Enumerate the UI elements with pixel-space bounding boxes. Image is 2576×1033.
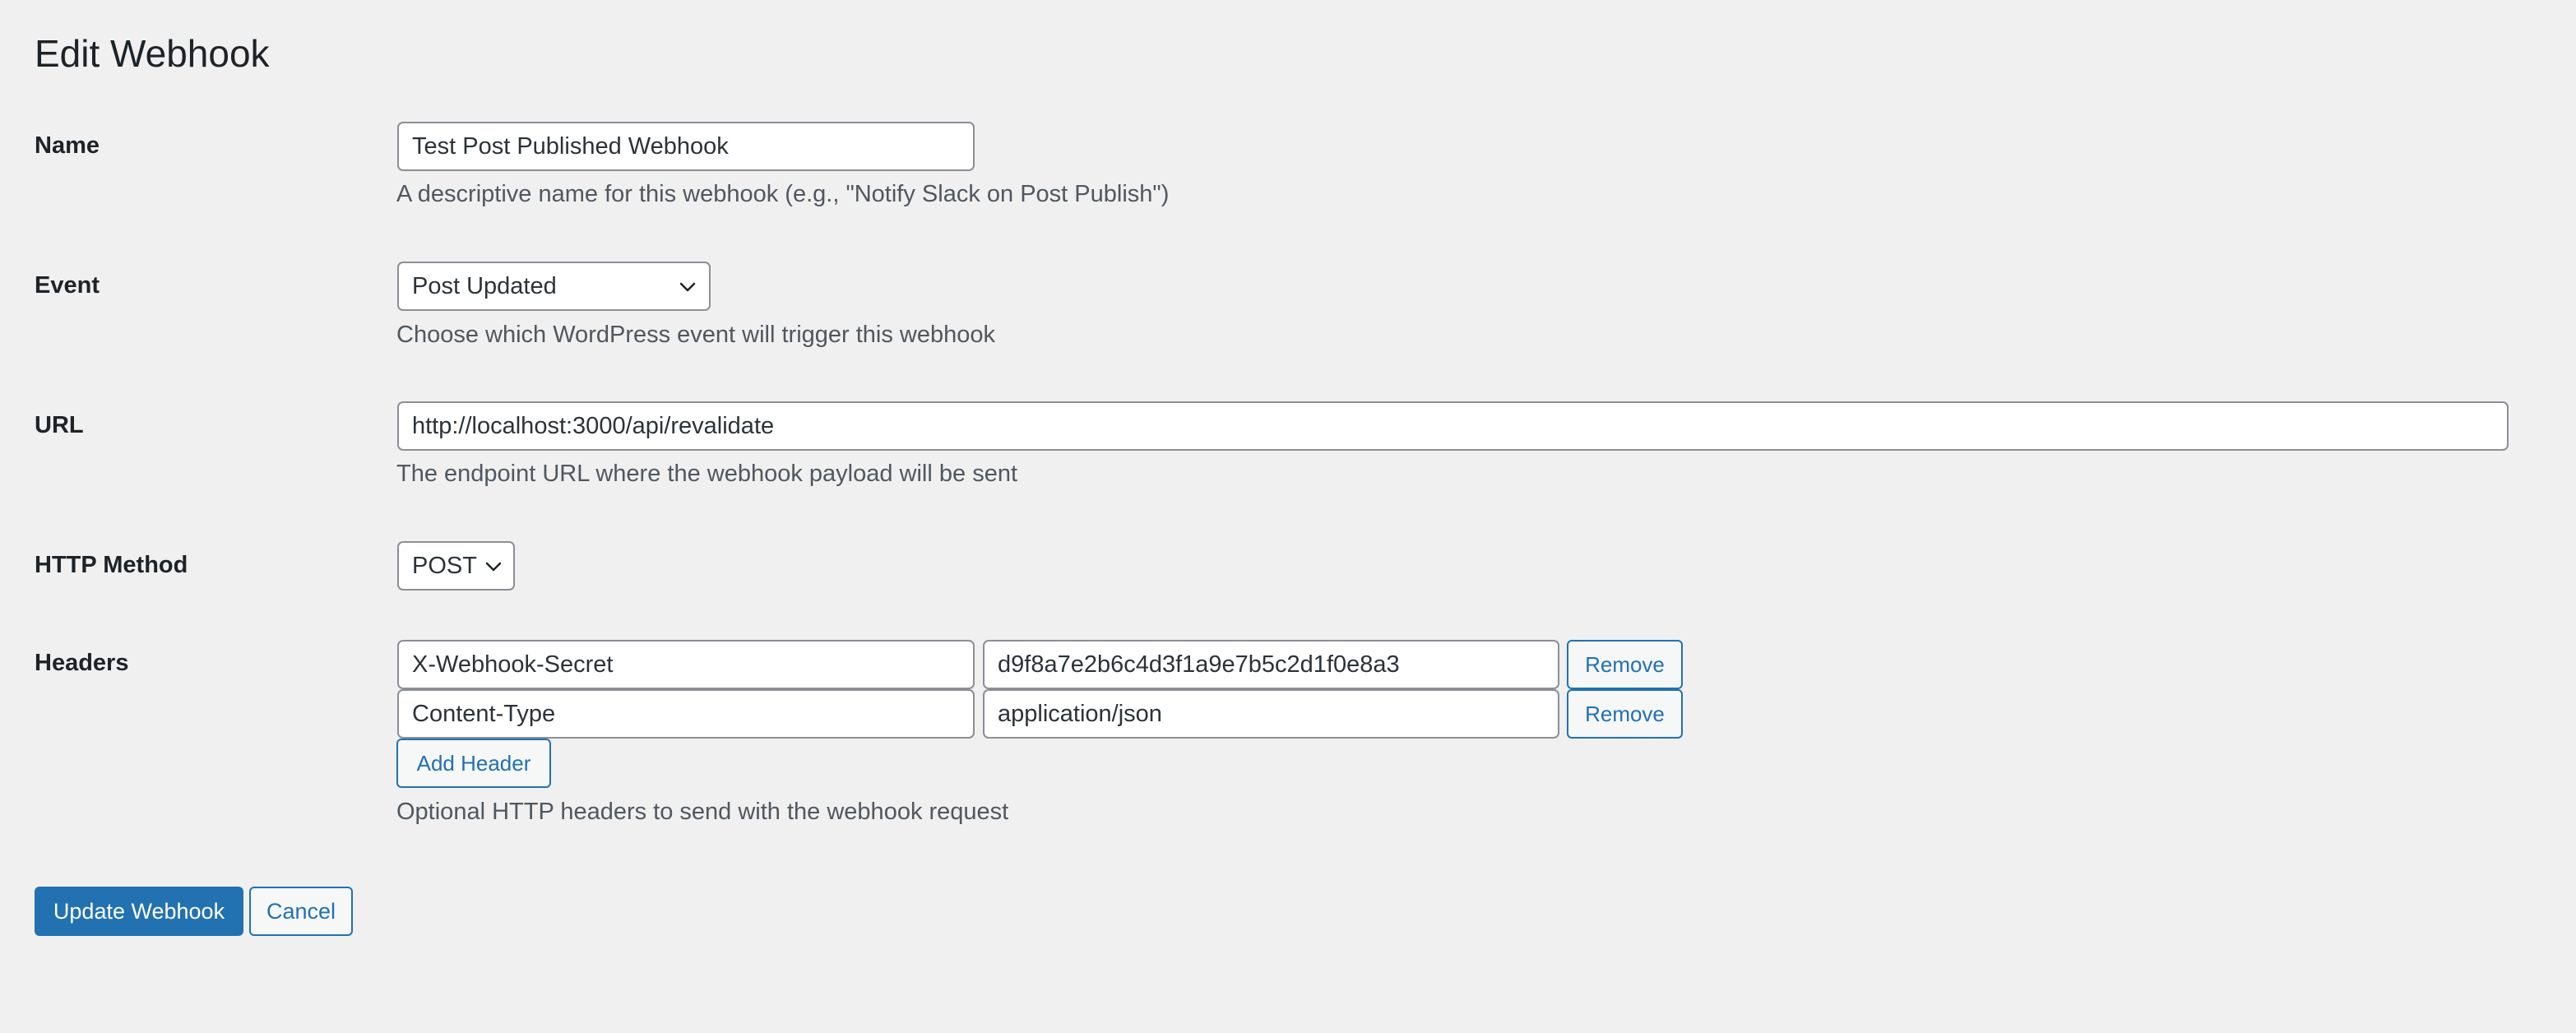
url-label: URL	[35, 412, 84, 438]
header-value-input[interactable]	[983, 689, 1559, 739]
event-label: Event	[35, 272, 100, 299]
page-title: Edit Webhook	[35, 32, 270, 75]
chevron-down-icon	[679, 282, 696, 292]
header-key-input[interactable]	[397, 689, 975, 739]
event-select[interactable]: Post Updated	[397, 262, 711, 311]
http-method-select[interactable]: POST	[397, 541, 515, 591]
header-key-input[interactable]	[397, 640, 975, 689]
remove-header-button[interactable]: Remove	[1567, 689, 1683, 739]
header-value-input[interactable]	[983, 640, 1559, 689]
headers-label: Headers	[35, 650, 129, 676]
name-input[interactable]	[397, 122, 975, 171]
remove-header-button[interactable]: Remove	[1567, 640, 1683, 689]
http-method-select-value: POST	[412, 553, 477, 579]
update-webhook-button[interactable]: Update Webhook	[35, 887, 243, 936]
add-header-button[interactable]: Add Header	[396, 739, 551, 788]
url-input[interactable]	[397, 401, 2509, 451]
cancel-button[interactable]: Cancel	[249, 887, 353, 936]
event-select-value: Post Updated	[412, 273, 557, 299]
event-description: Choose which WordPress event will trigge…	[396, 322, 996, 348]
chevron-down-icon	[485, 562, 502, 572]
headers-description: Optional HTTP headers to send with the w…	[396, 799, 1009, 825]
name-label: Name	[35, 132, 100, 159]
name-description: A descriptive name for this webhook (e.g…	[396, 181, 1170, 207]
url-description: The endpoint URL where the webhook paylo…	[396, 461, 1018, 487]
http-method-label: HTTP Method	[35, 552, 188, 578]
